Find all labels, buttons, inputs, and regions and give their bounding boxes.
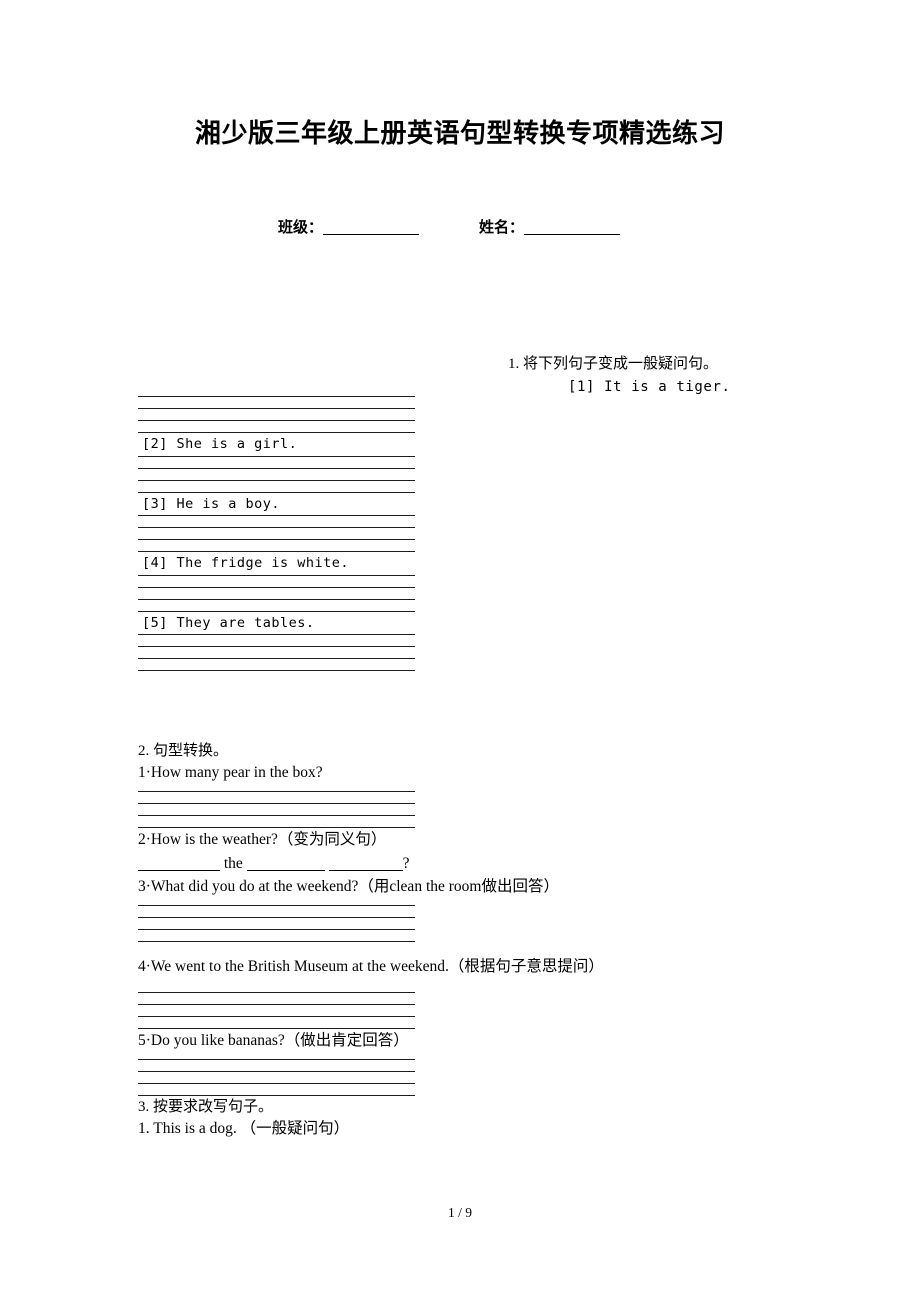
answer-line[interactable] [138,479,415,481]
page-title: 湘少版三年级上册英语句型转换专项精选练习 [194,119,725,149]
answer-line[interactable] [138,1058,415,1060]
answer-line[interactable] [138,928,415,930]
answer-line[interactable] [138,904,415,906]
section1-answer-column: [2] She is a girl. [3] He is a boy. [4] … [138,396,415,672]
section2-heading: 2. 句型转换。 [138,743,229,759]
answer-line[interactable] [138,1082,415,1084]
class-input-blank[interactable] [323,234,420,235]
answer-line[interactable] [138,791,415,793]
section2-question-4: 4·We went to the British Museum at the w… [138,957,604,975]
fill-question-mark: ? [402,855,410,873]
answer-line[interactable] [138,658,415,660]
section1-item-5: [5] They are tables. [142,614,315,631]
class-label: 班级： [278,218,324,236]
answer-line[interactable] [138,420,415,421]
fill-blank-1[interactable] [138,870,220,872]
section2-and-3: 2. 句型转换。 1·How many pear in the box? 2·H… [138,740,838,1141]
answer-line[interactable] [138,634,415,636]
answer-line[interactable] [138,396,415,397]
answer-line[interactable] [138,1070,415,1072]
page-footer: 1 / 9 [447,1205,472,1220]
answer-line[interactable] [138,467,415,469]
answer-line[interactable] [138,646,415,648]
name-input-blank[interactable] [524,234,621,235]
answer-line[interactable] [138,515,415,517]
answer-line[interactable] [138,670,415,672]
section1-heading: 1. 将下列句子变成一般疑问句。 [508,356,719,372]
answer-line[interactable] [138,991,415,993]
section1-item-2: [2] She is a girl. [142,436,298,452]
section2-question-3: 3·What did you do at the weekend?（用clean… [138,878,559,896]
section1-item-4: [4] The fridge is white. [142,555,350,572]
answer-line[interactable] [138,586,415,588]
section3-heading: 3. 按要求改写句子。 [138,1098,274,1115]
fill-blank-3[interactable] [328,870,403,872]
fill-blank-2[interactable] [246,870,325,872]
answer-line[interactable] [138,574,415,576]
answer-line[interactable] [138,539,415,541]
section1-item-1: [1] It is a tiger. [568,379,731,395]
section2-question-5: 5·Do you like bananas?（做出肯定回答） [138,1031,409,1049]
name-label: 姓名： [479,218,525,236]
section2-question-2: 2·How is the weather?（变为同义句） [138,831,387,849]
student-info-row: 班级： 姓名： [278,216,621,237]
section2-question-2-answer-template: the ? [138,852,838,875]
answer-line[interactable] [138,408,415,409]
answer-line[interactable] [138,455,415,457]
fill-word-the: the [220,855,247,873]
section2-question-1: 1·How many pear in the box? [138,764,323,782]
answer-line[interactable] [138,803,415,805]
answer-line[interactable] [138,916,415,918]
answer-line[interactable] [138,1015,415,1017]
answer-line[interactable] [138,598,415,600]
section1-item-3: [3] He is a boy. [142,495,281,512]
section3-question-1: 1. This is a dog. （一般疑问句） [138,1120,350,1138]
answer-line[interactable] [138,815,415,817]
worksheet-page: 湘少版三年级上册英语句型转换专项精选练习 班级： 姓名： 1. 将下列句子变成一般… [0,0,920,1302]
answer-line[interactable] [138,527,415,529]
answer-line[interactable] [138,1003,415,1005]
